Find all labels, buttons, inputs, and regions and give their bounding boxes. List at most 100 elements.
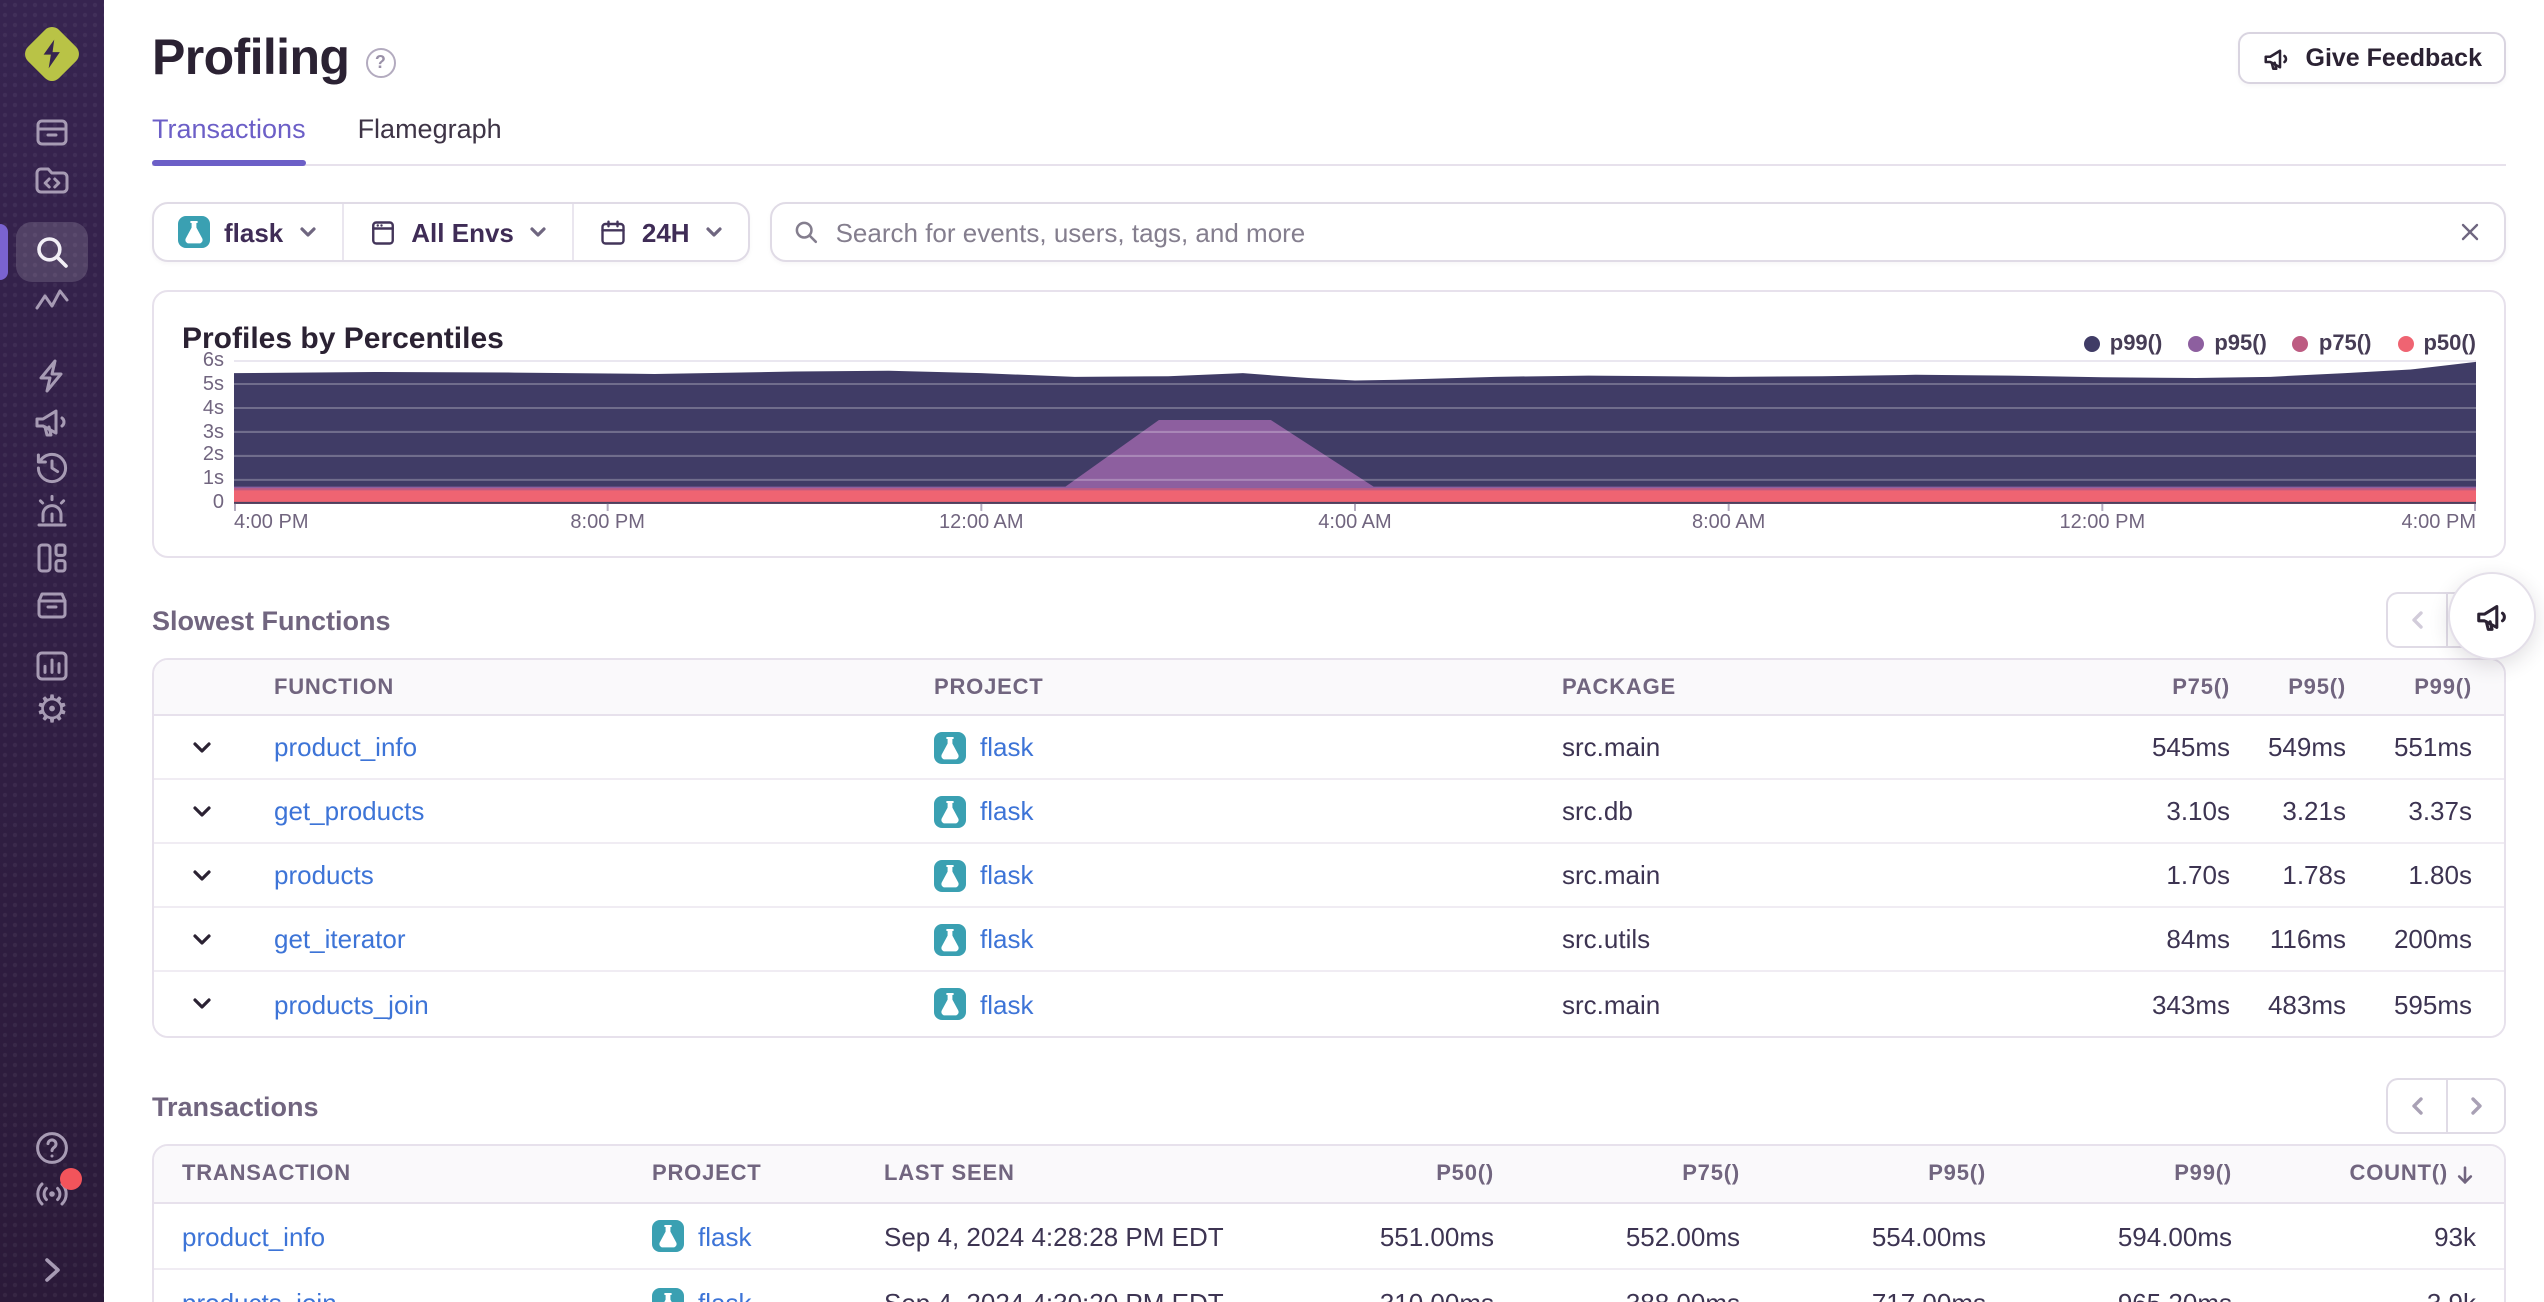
flask-project-icon — [652, 1287, 684, 1302]
sidebar-item-projects[interactable] — [32, 160, 72, 200]
package-cell: src.main — [1562, 989, 1661, 1019]
transaction-link[interactable]: products_join — [182, 1288, 652, 1302]
sidebar-item-explore[interactable] — [32, 232, 72, 272]
environment-filter-label: All Envs — [411, 217, 514, 247]
sidebar-item-stats[interactable] — [32, 646, 72, 686]
p75-cell: 1.70s — [2166, 860, 2230, 890]
p99-cell: 595ms — [2393, 989, 2472, 1019]
environment-filter[interactable]: All Envs — [343, 204, 574, 260]
table-row: product_info flask src.main 545ms 549ms … — [154, 716, 2504, 780]
tab-flamegraph[interactable]: Flamegraph — [358, 114, 502, 164]
y-tick-label: 4s — [202, 397, 224, 420]
p99-cell: 551ms — [2393, 732, 2472, 762]
sidebar-item-help[interactable] — [32, 1128, 72, 1168]
sidebar-item-insights[interactable] — [32, 282, 72, 322]
project-link[interactable]: flask — [698, 1221, 751, 1251]
function-link[interactable]: product_info — [274, 732, 934, 762]
sidebar-item-replays[interactable] — [32, 448, 72, 488]
p75-cell: 388.00ms — [1494, 1288, 1740, 1302]
function-link[interactable]: products — [274, 860, 934, 890]
function-link[interactable]: products_join — [274, 989, 934, 1019]
x-axis: 4:00 PM 8:00 PM 12:00 AM 4:00 AM 8:00 AM 12:0… — [234, 512, 2476, 540]
project-link[interactable]: flask — [698, 1288, 751, 1302]
legend-dot — [2292, 336, 2309, 352]
function-link[interactable]: get_iterator — [274, 924, 934, 954]
legend-item-p75[interactable]: p75() — [2292, 332, 2371, 356]
column-p95: P95() — [1928, 1162, 1986, 1186]
releases-archive-icon — [37, 592, 67, 619]
app-window: ⚙ Profiling ? Give Feedback Transactions… — [0, 0, 2544, 1302]
insights-graph-icon — [35, 289, 69, 310]
give-feedback-button[interactable]: Give Feedback — [2237, 32, 2506, 84]
clear-search-icon[interactable] — [2456, 218, 2484, 246]
package-cell: src.db — [1562, 796, 1633, 826]
project-link[interactable]: flask — [980, 924, 1033, 954]
y-tick-label: 6s — [202, 350, 224, 372]
sidebar-item-dashboards[interactable] — [32, 538, 72, 578]
column-p99: P99() — [2174, 1162, 2232, 1186]
x-tick-label: 8:00 PM — [570, 512, 645, 534]
expand-row-button[interactable] — [186, 988, 218, 1020]
transactions-pagination — [2386, 1078, 2506, 1134]
date-range-filter[interactable]: 24H — [574, 204, 748, 260]
p95-cell: 717.00ms — [1740, 1288, 1986, 1302]
legend-item-p50[interactable]: p50() — [2397, 332, 2476, 356]
help-icon[interactable]: ? — [365, 47, 396, 77]
table-row: get_iterator flask src.utils 84ms 116ms … — [154, 908, 2504, 972]
search-input[interactable] — [835, 217, 2440, 247]
sidebar-item-settings[interactable]: ⚙ — [32, 690, 72, 732]
chevron-right-icon — [2471, 1097, 2482, 1115]
sidebar-item-issues[interactable] — [32, 112, 72, 152]
flask-project-icon — [934, 795, 966, 827]
slowest-functions-table: FUNCTION PROJECT PACKAGE P75() P95() P99… — [152, 658, 2506, 1038]
project-link[interactable]: flask — [980, 989, 1033, 1019]
filter-bar: flask All Envs 24H — [152, 202, 2506, 262]
explore-search-icon — [37, 237, 68, 268]
chevron-down-icon — [299, 227, 315, 237]
environments-icon — [371, 220, 394, 244]
p99-cell: 594.00ms — [2117, 1221, 2232, 1251]
chart-title: Profiles by Percentiles — [182, 322, 504, 356]
expand-row-button[interactable] — [186, 731, 218, 763]
floating-feedback-button[interactable] — [2448, 572, 2536, 660]
page-title: Profiling — [152, 29, 350, 85]
project-link[interactable]: flask — [980, 732, 1033, 762]
expand-row-button[interactable] — [186, 859, 218, 891]
flask-project-icon — [178, 216, 210, 248]
transactions-header: Transactions — [152, 1078, 2506, 1134]
legend-item-p95[interactable]: p95() — [2188, 332, 2267, 356]
dashboards-icon — [37, 543, 67, 573]
p50-cell: 551.00ms — [1379, 1221, 1494, 1251]
sidebar-item-performance[interactable] — [32, 356, 72, 396]
function-link[interactable]: get_products — [274, 796, 934, 826]
p99-cell: 965.20ms — [1986, 1288, 2232, 1302]
area-series-p50 — [234, 490, 2476, 504]
legend-item-p99[interactable]: p99() — [2083, 332, 2162, 356]
org-avatar[interactable] — [20, 22, 84, 86]
settings-gear-icon: ⚙ — [34, 690, 70, 732]
percentiles-chart[interactable] — [234, 360, 2476, 512]
sidebar-item-user-feedback[interactable] — [32, 402, 72, 442]
p95-cell: 1.78s — [2282, 860, 2346, 890]
table-row: products_join flask src.main 343ms 483ms… — [154, 972, 2504, 1036]
performance-lightning-icon — [39, 359, 63, 393]
sidebar-item-alerts[interactable] — [32, 492, 72, 532]
chevron-down-icon — [193, 998, 211, 1009]
expand-row-button[interactable] — [186, 923, 218, 955]
projects-icon — [35, 167, 69, 194]
project-filter[interactable]: flask — [154, 204, 344, 260]
slowest-prev-page-button[interactable] — [2386, 592, 2446, 648]
sidebar-collapse-toggle[interactable] — [32, 1250, 72, 1290]
transactions-next-page-button[interactable] — [2446, 1078, 2506, 1134]
table-header-row: FUNCTION PROJECT PACKAGE P75() P95() P99… — [154, 660, 2504, 716]
project-link[interactable]: flask — [980, 860, 1033, 890]
column-transaction: TRANSACTION — [182, 1162, 351, 1186]
tab-transactions[interactable]: Transactions — [152, 114, 306, 166]
expand-row-button[interactable] — [186, 795, 218, 827]
transaction-link[interactable]: product_info — [182, 1221, 652, 1251]
transactions-prev-page-button[interactable] — [2386, 1078, 2446, 1134]
x-tick-label: 4:00 PM — [234, 512, 309, 534]
column-count-sort[interactable]: COUNT() — [2232, 1162, 2476, 1186]
sidebar-item-releases[interactable] — [32, 584, 72, 624]
project-link[interactable]: flask — [980, 796, 1033, 826]
